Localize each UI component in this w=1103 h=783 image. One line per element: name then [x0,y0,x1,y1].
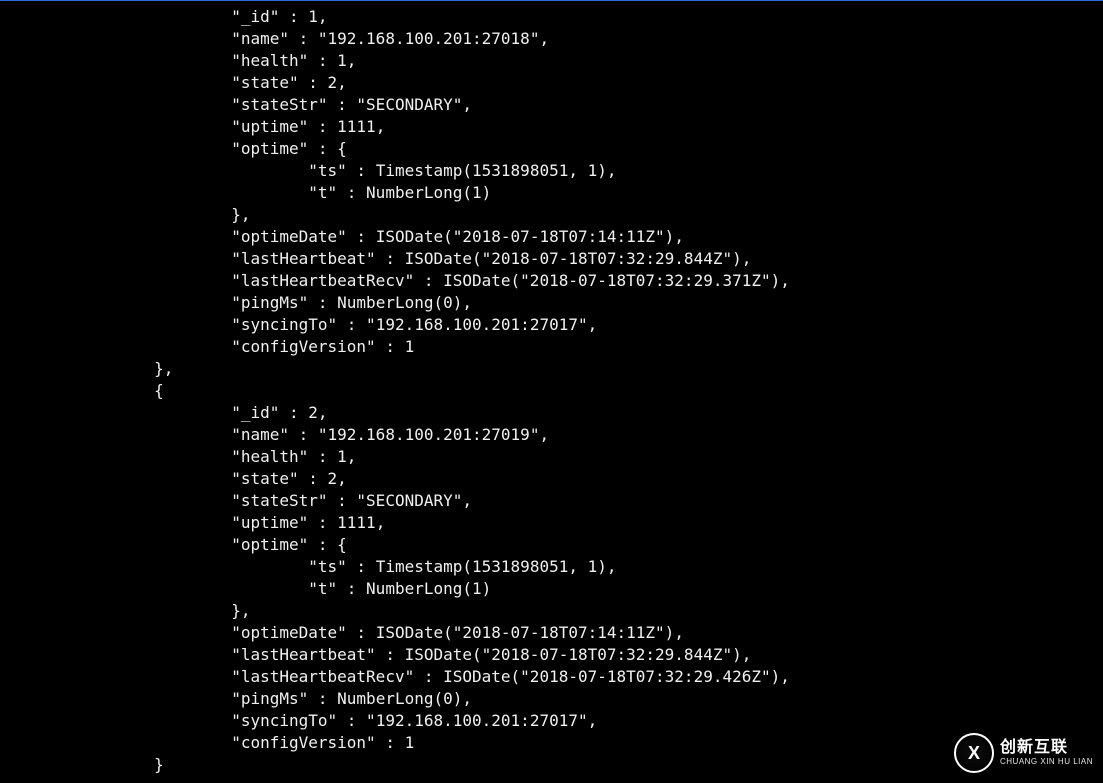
line: "t" : NumberLong(1) [0,183,491,202]
line: "configVersion" : 1 [0,733,414,752]
line: }, [0,359,173,378]
line: }, [0,205,250,224]
logo-icon [954,733,994,773]
line: "optime" : { [0,535,347,554]
line: "pingMs" : NumberLong(0), [0,293,472,312]
line: "health" : 1, [0,51,356,70]
line: { [0,381,164,400]
watermark-en: CHUANG XIN HU LIAN [1000,758,1093,766]
watermark-cn: 创新互联 [1000,740,1093,756]
line: "uptime" : 1111, [0,117,385,136]
line: "syncingTo" : "192.168.100.201:27017", [0,315,597,334]
line: "optimeDate" : ISODate("2018-07-18T07:14… [0,623,684,642]
line: "_id" : 2, [0,403,328,422]
line: "configVersion" : 1 [0,337,414,356]
line: "name" : "192.168.100.201:27018", [0,29,549,48]
line: "syncingTo" : "192.168.100.201:27017", [0,711,597,730]
line: "lastHeartbeat" : ISODate("2018-07-18T07… [0,249,751,268]
line: "optimeDate" : ISODate("2018-07-18T07:14… [0,227,684,246]
line: "t" : NumberLong(1) [0,579,491,598]
line: }, [0,601,250,620]
line: "uptime" : 1111, [0,513,385,532]
terminal-output: "_id" : 1, "name" : "192.168.100.201:270… [0,0,1103,776]
line: "ts" : Timestamp(1531898051, 1), [0,161,617,180]
line: "health" : 1, [0,447,356,466]
line: "_id" : 1, [0,7,328,26]
line: "ts" : Timestamp(1531898051, 1), [0,557,617,576]
line: "lastHeartbeatRecv" : ISODate("2018-07-1… [0,271,790,290]
line: "state" : 2, [0,73,347,92]
line: "pingMs" : NumberLong(0), [0,689,472,708]
watermark-logo: 创新互联 CHUANG XIN HU LIAN [954,733,1093,773]
line: "lastHeartbeatRecv" : ISODate("2018-07-1… [0,667,790,686]
line: "lastHeartbeat" : ISODate("2018-07-18T07… [0,645,751,664]
line: "stateStr" : "SECONDARY", [0,95,472,114]
line: } [0,755,164,774]
line: "optime" : { [0,139,347,158]
line: "stateStr" : "SECONDARY", [0,491,472,510]
line: "name" : "192.168.100.201:27019", [0,425,549,444]
line: "state" : 2, [0,469,347,488]
